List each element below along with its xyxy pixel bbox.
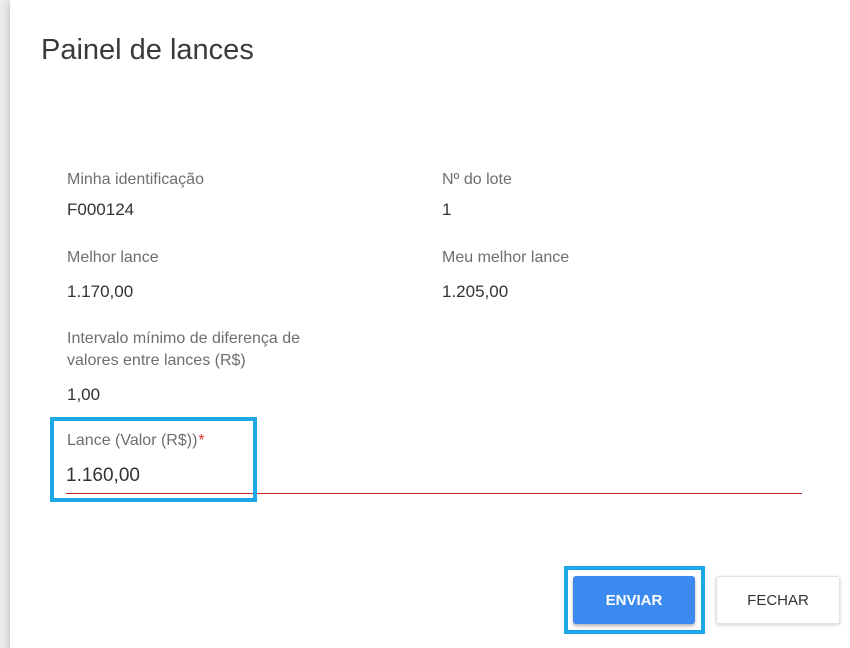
lot-number-value: 1 [442, 200, 452, 219]
best-bid-label: Melhor lance [67, 249, 159, 266]
bid-amount-label: Lance (Valor (R$))* [67, 432, 205, 450]
my-best-bid-label: Meu melhor lance [442, 249, 570, 266]
lot-number-label: Nº do lote [442, 171, 512, 188]
min-interval-label-line2: valores entre lances (R$) [67, 352, 246, 369]
best-bid-value: 1.170,00 [67, 282, 134, 301]
my-identification-value: F000124 [67, 200, 135, 219]
my-best-bid-value: 1.205,00 [442, 282, 509, 301]
min-interval-value: 1,00 [67, 385, 101, 404]
bid-amount-underline [66, 493, 802, 494]
bid-panel-dialog: Painel de lances Minha identificação F00… [10, 0, 850, 648]
bid-amount-label-text: Lance (Valor (R$)) [67, 432, 198, 449]
send-button[interactable]: ENVIAR [573, 576, 695, 624]
min-interval-label-line1: Intervalo mínimo de diferença de [67, 330, 301, 347]
my-identification-label: Minha identificação [67, 171, 204, 188]
bid-amount-input[interactable] [66, 462, 246, 490]
required-marker: * [198, 432, 205, 449]
close-button[interactable]: FECHAR [716, 576, 840, 624]
dialog-title: Painel de lances [41, 34, 254, 66]
